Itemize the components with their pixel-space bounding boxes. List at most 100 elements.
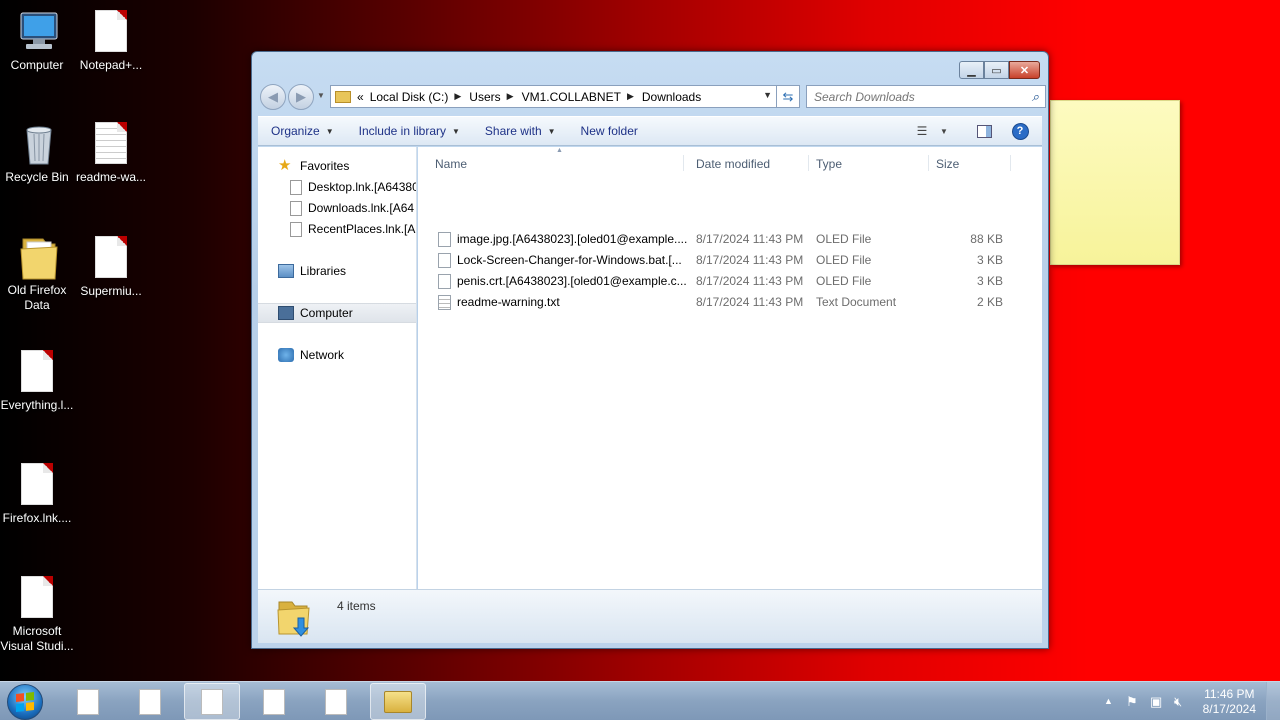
show-hidden-icons-button[interactable]: ▲ xyxy=(1104,696,1113,706)
change-view-button[interactable]: ☰ xyxy=(912,122,932,140)
explorer-window: ▁ ▭ ✕ ◀ ▶ ▼ « Local Disk (C:) ▶ Users ▶ … xyxy=(251,51,1049,649)
minimize-icon: ▁ xyxy=(967,64,976,77)
forward-arrow-icon: ▶ xyxy=(296,89,306,104)
taskbar-app-button[interactable] xyxy=(246,683,302,720)
file-name: readme-warning.txt xyxy=(457,295,560,309)
desktop-icon-supermium[interactable]: Supermiu... xyxy=(74,236,148,299)
volume-muted-icon[interactable]: 🔇︎ xyxy=(1174,694,1182,710)
recycle-bin-icon xyxy=(17,122,57,166)
taskbar-app-button-active[interactable] xyxy=(184,683,240,720)
action-center-flag-icon[interactable]: ⚑ xyxy=(1126,694,1138,710)
show-desktop-button[interactable] xyxy=(1266,682,1280,720)
include-in-library-label: Include in library xyxy=(358,124,446,138)
preview-pane-button[interactable] xyxy=(974,122,994,140)
new-folder-button[interactable]: New folder xyxy=(568,124,650,138)
file-row[interactable]: Lock-Screen-Changer-for-Windows.bat.[...… xyxy=(418,250,1038,271)
column-divider[interactable] xyxy=(808,155,809,171)
search-box[interactable]: ⌕ xyxy=(806,85,1046,108)
breadcrumb-local-disk[interactable]: Local Disk (C:) xyxy=(370,90,449,104)
file-size: 3 KB xyxy=(976,274,1003,288)
address-overflow-button[interactable]: « xyxy=(357,90,364,104)
desktop-icon-notepad[interactable]: Notepad+... xyxy=(74,10,148,73)
file-row[interactable]: image.jpg.[A6438023].[oled01@example....… xyxy=(418,229,1038,250)
nav-favorite-downloads[interactable]: Downloads.lnk.[A64 xyxy=(290,198,414,218)
file-date: 8/17/2024 11:43 PM xyxy=(696,274,804,288)
computer-icon xyxy=(17,10,58,54)
refresh-button[interactable]: ⇆ xyxy=(776,85,800,108)
column-header-name[interactable]: Name xyxy=(435,153,467,175)
minimize-button[interactable]: ▁ xyxy=(959,61,984,79)
details-view-icon: ☰ xyxy=(916,124,928,138)
nav-favorite-recent-places[interactable]: RecentPlaces.lnk.[A6 xyxy=(290,219,416,239)
taskbar-app-button[interactable] xyxy=(122,683,178,720)
file-icon xyxy=(17,576,57,620)
desktop-icon-firefox-lnk[interactable]: Firefox.lnk.... xyxy=(0,463,74,526)
maximize-button[interactable]: ▭ xyxy=(984,61,1009,79)
chevron-right-icon[interactable]: ▶ xyxy=(507,91,514,102)
nav-libraries-label: Libraries xyxy=(300,264,347,278)
nav-favorites[interactable]: ★ Favorites xyxy=(278,156,349,176)
column-divider[interactable] xyxy=(683,155,684,171)
taskbar-app-button[interactable] xyxy=(308,683,364,720)
desktop-icon-label: Firefox.lnk.... xyxy=(2,511,72,525)
file-icon xyxy=(139,688,161,715)
breadcrumb-downloads[interactable]: Downloads xyxy=(642,90,701,104)
taskbar-app-button[interactable] xyxy=(60,683,116,720)
file-icon xyxy=(201,688,223,715)
column-divider[interactable] xyxy=(928,155,929,171)
help-button[interactable]: ? xyxy=(1010,122,1030,140)
desktop-icon-everything[interactable]: Everything.l... xyxy=(0,350,74,413)
file-row[interactable]: readme-warning.txt 8/17/2024 11:43 PM Te… xyxy=(418,292,1038,313)
back-button[interactable]: ◀ xyxy=(260,84,286,110)
chevron-right-icon[interactable]: ▶ xyxy=(627,91,634,102)
column-header-type[interactable]: Type xyxy=(816,153,842,175)
column-header-size[interactable]: Size xyxy=(936,153,959,175)
file-size: 88 KB xyxy=(970,232,1003,246)
view-options-dropdown[interactable]: ▼ xyxy=(934,122,954,140)
search-input[interactable] xyxy=(814,89,1014,104)
search-icon[interactable]: ⌕ xyxy=(1032,89,1039,105)
address-dropdown-icon[interactable]: ▼ xyxy=(763,90,772,100)
desktop-icon-old-firefox-data[interactable]: Old Firefox Data xyxy=(0,235,74,313)
view-controls: ☰ ▼ ? xyxy=(900,122,1030,140)
file-name: image.jpg.[A6438023].[oled01@example.... xyxy=(457,232,688,246)
computer-icon xyxy=(278,306,294,320)
desktop-icon-visual-studio[interactable]: Microsoft Visual Studi... xyxy=(0,576,74,654)
column-name-label: Name xyxy=(435,157,468,171)
desktop-icon-readme[interactable]: readme-wa... xyxy=(74,122,148,185)
recent-pages-dropdown[interactable]: ▼ xyxy=(317,91,325,100)
network-tray-icon[interactable]: ▣ xyxy=(1150,694,1162,710)
item-count: 4 items xyxy=(337,599,376,613)
clock-time: 11:46 PM xyxy=(1204,687,1255,701)
sticky-note[interactable] xyxy=(1050,100,1180,265)
breadcrumb-users[interactable]: Users xyxy=(469,90,500,104)
caption-buttons: ▁ ▭ ✕ xyxy=(959,61,1040,79)
desktop-icon-label: Microsoft Visual Studi... xyxy=(0,624,74,653)
chevron-down-icon: ▼ xyxy=(325,126,334,136)
column-header-date-modified[interactable]: Date modified xyxy=(696,153,770,175)
column-divider[interactable] xyxy=(1010,155,1011,171)
chevron-right-icon[interactable]: ▶ xyxy=(454,91,461,102)
nav-favorite-desktop[interactable]: Desktop.lnk.[A64380 xyxy=(290,177,417,197)
nav-favorite-label: Desktop.lnk.[A64380 xyxy=(308,180,417,194)
help-icon: ? xyxy=(1011,122,1029,140)
close-button[interactable]: ✕ xyxy=(1009,61,1040,79)
include-in-library-button[interactable]: Include in library ▼ xyxy=(346,124,472,138)
organize-label: Organize xyxy=(271,124,320,138)
nav-favorites-label: Favorites xyxy=(300,159,350,173)
organize-button[interactable]: Organize ▼ xyxy=(258,124,346,138)
shortcut-file-icon xyxy=(290,221,302,237)
nav-computer[interactable]: Computer xyxy=(258,303,416,323)
desktop-icon-computer[interactable]: Computer xyxy=(0,10,74,73)
start-button[interactable] xyxy=(7,684,43,720)
breadcrumb-vm1-collabnet[interactable]: VM1.COLLABNET xyxy=(522,90,621,104)
taskbar-explorer-button[interactable] xyxy=(370,683,426,720)
address-bar[interactable]: « Local Disk (C:) ▶ Users ▶ VM1.COLLABNE… xyxy=(330,85,778,108)
nav-network[interactable]: Network xyxy=(278,345,344,365)
clock[interactable]: 11:46 PM 8/17/2024 xyxy=(1203,687,1256,717)
nav-libraries[interactable]: Libraries xyxy=(278,261,346,281)
desktop-icon-recycle-bin[interactable]: Recycle Bin xyxy=(0,122,74,185)
file-row[interactable]: penis.crt.[A6438023].[oled01@example.c..… xyxy=(418,271,1038,292)
forward-button[interactable]: ▶ xyxy=(288,84,314,110)
share-with-button[interactable]: Share with ▼ xyxy=(472,124,568,138)
